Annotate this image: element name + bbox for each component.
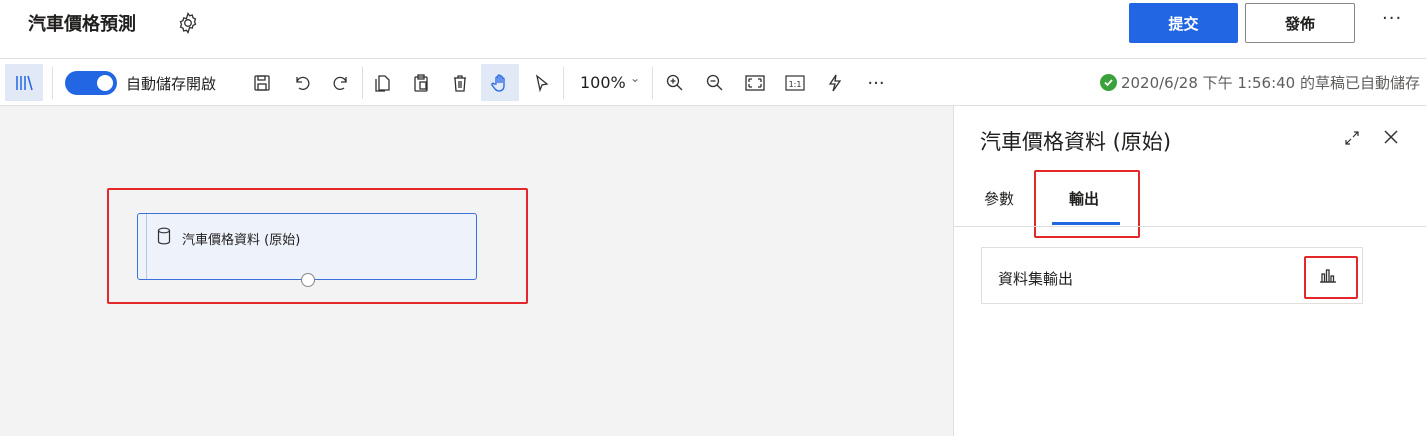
- output-label: 資料集輸出: [998, 270, 1074, 288]
- more-icon[interactable]: ···: [862, 69, 890, 97]
- output-port[interactable]: [301, 273, 315, 287]
- database-icon: [157, 227, 171, 249]
- properties-panel: 汽車價格資料 (原始) 參數 輸出 資料集輸出: [953, 106, 1426, 436]
- dataset-node[interactable]: 汽車價格資料 (原始): [137, 213, 477, 287]
- chevron-down-icon[interactable]: ⌄: [630, 71, 640, 85]
- publish-button[interactable]: 發佈: [1245, 3, 1355, 43]
- paste-icon[interactable]: [407, 69, 435, 97]
- actual-size-icon[interactable]: 1:1: [781, 69, 809, 97]
- toolbar-divider: [652, 67, 653, 99]
- autosave-status: 2020/6/28 下午 1:56:40 的草稿已自動儲存: [1099, 72, 1420, 93]
- submit-button[interactable]: 提交: [1129, 3, 1238, 43]
- panel-title: 汽車價格資料 (原始): [980, 130, 1172, 154]
- page-title: 汽車價格預測: [28, 14, 136, 35]
- tab-parameters[interactable]: 參數: [984, 188, 1014, 209]
- more-options-icon[interactable]: ···: [1382, 8, 1402, 29]
- copy-icon[interactable]: [368, 69, 396, 97]
- zoom-level-dropdown[interactable]: 100%: [580, 73, 626, 92]
- check-icon: [1099, 74, 1117, 91]
- panel-divider: [954, 226, 1426, 227]
- toolbar: 自動儲存開啟 100% ⌄ 1:1 ··· 2020/6/28 下午 1:56:…: [0, 58, 1426, 106]
- svg-text:1:1: 1:1: [789, 80, 802, 89]
- redo-icon[interactable]: [327, 69, 355, 97]
- asset-library-icon[interactable]: [5, 64, 43, 101]
- pan-hand-icon[interactable]: [481, 64, 519, 101]
- gear-icon[interactable]: [176, 11, 200, 35]
- select-pointer-icon[interactable]: [527, 69, 555, 97]
- delete-icon[interactable]: [446, 69, 474, 97]
- zoom-in-icon[interactable]: [661, 69, 689, 97]
- toolbar-divider: [563, 67, 564, 99]
- save-icon[interactable]: [248, 69, 276, 97]
- highlight-box: [1304, 256, 1358, 299]
- undo-icon[interactable]: [288, 69, 316, 97]
- toggle-knob: [97, 75, 113, 91]
- header: 汽車價格預測 提交 發佈 ···: [0, 0, 1426, 58]
- autosave-toggle-label: 自動儲存開啟: [126, 75, 217, 93]
- pipeline-canvas[interactable]: 汽車價格資料 (原始): [0, 106, 953, 436]
- toolbar-divider: [362, 67, 363, 99]
- node-divider: [146, 214, 147, 279]
- toolbar-divider: [52, 67, 53, 99]
- auto-layout-icon[interactable]: [821, 69, 849, 97]
- highlight-box: [1034, 170, 1140, 238]
- autosave-toggle[interactable]: [65, 71, 117, 95]
- fit-to-screen-icon[interactable]: [741, 69, 769, 97]
- close-icon[interactable]: [1382, 128, 1400, 150]
- autosave-status-text: 2020/6/28 下午 1:56:40 的草稿已自動儲存: [1120, 74, 1420, 92]
- expand-icon[interactable]: [1344, 130, 1360, 150]
- node-label: 汽車價格資料 (原始): [182, 233, 301, 248]
- zoom-out-icon[interactable]: [701, 69, 729, 97]
